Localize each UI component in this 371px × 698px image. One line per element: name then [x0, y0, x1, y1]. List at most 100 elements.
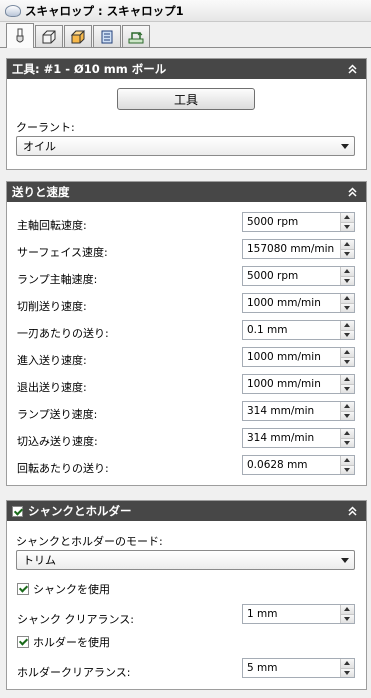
- lead-out-feedrate-value[interactable]: 1000 mm/min: [243, 378, 340, 390]
- cutting-feedrate-label: 切削送り速度:: [17, 300, 87, 313]
- passes-icon: [100, 30, 114, 44]
- shank-mode-select[interactable]: トリム: [16, 550, 355, 570]
- checkmark-icon: [13, 505, 24, 516]
- spin-up-icon[interactable]: [341, 402, 354, 412]
- spin-down-icon[interactable]: [341, 614, 354, 623]
- ramp-feedrate-input[interactable]: 314 mm/min: [242, 401, 355, 421]
- use-shank-row[interactable]: シャンクを使用: [17, 581, 110, 597]
- spin-down-icon[interactable]: [341, 303, 354, 312]
- holder-clearance-value[interactable]: 5 mm: [243, 662, 340, 674]
- coolant-select[interactable]: オイル: [16, 136, 355, 156]
- spin-up-icon[interactable]: [341, 240, 354, 250]
- spin-up-icon[interactable]: [341, 659, 354, 669]
- chevron-down-icon: [341, 558, 349, 563]
- spindle-speed-label: 主軸回転速度:: [17, 219, 87, 232]
- tool-select-button[interactable]: 工具: [117, 88, 255, 110]
- spin-down-icon[interactable]: [341, 668, 354, 677]
- spin-up-icon[interactable]: [341, 429, 354, 439]
- lead-in-feedrate-label: 進入送り速度:: [17, 354, 87, 367]
- collapse-icon[interactable]: [346, 185, 358, 199]
- spin-down-icon[interactable]: [341, 384, 354, 393]
- use-holder-label: ホルダーを使用: [33, 636, 110, 649]
- tool-icon: [14, 28, 26, 44]
- spin-down-icon[interactable]: [341, 276, 354, 285]
- tab-strip: [0, 22, 371, 48]
- spin-down-icon[interactable]: [341, 330, 354, 339]
- cutting-feedrate-value[interactable]: 1000 mm/min: [243, 297, 340, 309]
- plunge-feedrate-label: 切込み送り速度:: [17, 435, 98, 448]
- spin-up-icon[interactable]: [341, 294, 354, 304]
- ramp-feedrate-label: ランプ送り速度:: [17, 408, 98, 421]
- geometry-box-icon: [41, 30, 57, 44]
- spin-down-icon[interactable]: [341, 465, 354, 474]
- chevron-down-icon: [341, 144, 349, 149]
- use-shank-label: シャンクを使用: [33, 583, 110, 596]
- lead-in-feedrate-value[interactable]: 1000 mm/min: [243, 351, 340, 363]
- feed-per-revolution-value[interactable]: 0.0628 mm: [243, 459, 340, 471]
- lead-out-feedrate-label: 退出送り速度:: [17, 381, 87, 394]
- feed-per-revolution-input[interactable]: 0.0628 mm: [242, 455, 355, 475]
- lead-in-feedrate-input[interactable]: 1000 mm/min: [242, 347, 355, 367]
- lead-out-feedrate-input[interactable]: 1000 mm/min: [242, 374, 355, 394]
- cutting-feedrate-input[interactable]: 1000 mm/min: [242, 293, 355, 313]
- spindle-speed-input[interactable]: 5000 rpm: [242, 212, 355, 232]
- shank-mode-label: シャンクとホルダーのモード:: [16, 535, 163, 548]
- surface-speed-input[interactable]: 157080 mm/min: [242, 239, 355, 259]
- checkmark-icon: [18, 636, 29, 646]
- scallop-icon: [5, 4, 21, 17]
- linking-tab[interactable]: [122, 25, 150, 47]
- shank-clearance-label: シャンク クリアランス:: [17, 613, 134, 626]
- shank-clearance-input[interactable]: 1 mm: [242, 604, 355, 624]
- feed-per-tooth-label: 一刃あたりの送り:: [17, 327, 109, 340]
- tool-panel: 工具: #1 - Ø10 mm ボール 工具 クーラント: オイル: [6, 58, 367, 170]
- feeds-panel-header[interactable]: 送りと速度: [7, 182, 366, 202]
- spin-up-icon[interactable]: [341, 605, 354, 615]
- collapse-icon[interactable]: [346, 504, 358, 518]
- shank-clearance-value[interactable]: 1 mm: [243, 608, 340, 620]
- spin-up-icon[interactable]: [341, 348, 354, 358]
- tool-tab[interactable]: [6, 23, 34, 48]
- spin-up-icon[interactable]: [341, 213, 354, 223]
- shank-panel-title: シャンクとホルダー: [28, 504, 132, 518]
- use-shank-checkbox[interactable]: [17, 583, 29, 595]
- feeds-panel-title: 送りと速度: [12, 185, 70, 199]
- spin-down-icon[interactable]: [341, 357, 354, 366]
- holder-clearance-label: ホルダークリアランス:: [17, 666, 131, 679]
- collapse-icon[interactable]: [346, 62, 358, 76]
- spin-down-icon[interactable]: [341, 438, 354, 447]
- ramp-spindle-speed-value[interactable]: 5000 rpm: [243, 270, 340, 282]
- plunge-feedrate-input[interactable]: 314 mm/min: [242, 428, 355, 448]
- tool-panel-header[interactable]: 工具: #1 - Ø10 mm ボール: [7, 59, 366, 79]
- shank-panel-header[interactable]: シャンクとホルダー: [7, 501, 366, 521]
- use-holder-row[interactable]: ホルダーを使用: [17, 634, 110, 650]
- ramp-spindle-speed-input[interactable]: 5000 rpm: [242, 266, 355, 286]
- spindle-speed-value[interactable]: 5000 rpm: [243, 216, 340, 228]
- linking-icon: [128, 30, 144, 44]
- spin-down-icon[interactable]: [341, 222, 354, 231]
- spin-down-icon[interactable]: [341, 411, 354, 420]
- ramp-spindle-speed-label: ランプ主軸速度:: [17, 273, 98, 286]
- plunge-feedrate-value[interactable]: 314 mm/min: [243, 432, 340, 444]
- surface-speed-value[interactable]: 157080 mm/min: [243, 243, 340, 255]
- geometry-tab[interactable]: [35, 25, 63, 47]
- tool-panel-title: 工具: #1 - Ø10 mm ボール: [12, 62, 167, 76]
- spin-up-icon[interactable]: [341, 321, 354, 331]
- shank-mode-value: トリム: [23, 554, 56, 567]
- passes-tab[interactable]: [93, 25, 121, 47]
- feed-per-tooth-input[interactable]: 0.1 mm: [242, 320, 355, 340]
- feeds-speeds-panel: 送りと速度 主軸回転速度: 5000 rpm サーフェイス速度: 157080 …: [6, 181, 367, 486]
- spin-up-icon[interactable]: [341, 375, 354, 385]
- spin-up-icon[interactable]: [341, 456, 354, 466]
- coolant-label: クーラント:: [16, 121, 75, 134]
- spin-up-icon[interactable]: [341, 267, 354, 277]
- checkmark-icon: [18, 583, 29, 593]
- spin-down-icon[interactable]: [341, 249, 354, 258]
- feed-per-tooth-value[interactable]: 0.1 mm: [243, 324, 340, 336]
- use-holder-checkbox[interactable]: [17, 636, 29, 648]
- ramp-feedrate-value[interactable]: 314 mm/min: [243, 405, 340, 417]
- shank-holder-enable-checkbox[interactable]: [12, 505, 24, 517]
- title-bar: スキャロップ : スキャロップ1: [0, 0, 371, 22]
- holder-clearance-input[interactable]: 5 mm: [242, 658, 355, 678]
- feed-per-revolution-label: 回転あたりの送り:: [17, 462, 109, 475]
- heights-tab[interactable]: [64, 25, 92, 47]
